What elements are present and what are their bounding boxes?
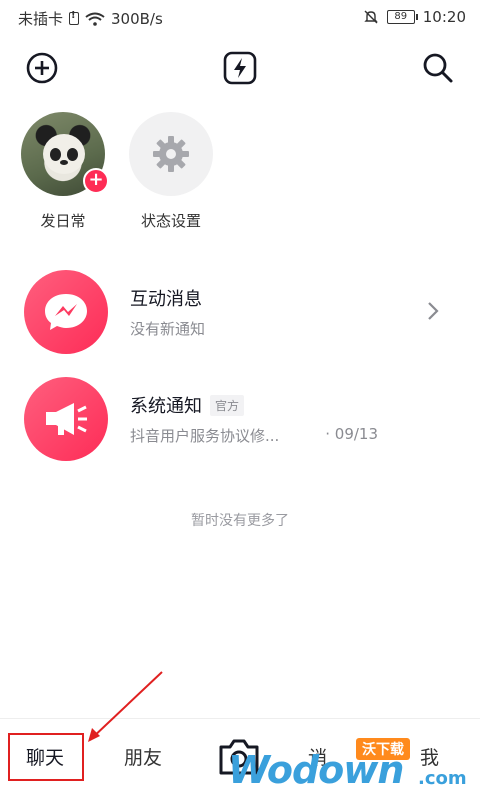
avatar[interactable]: + [21,112,109,196]
message-row-system[interactable]: 系统通知 官方 抖音用户服务协议修... · 09/13 [0,377,480,473]
status-bar: 未插卡 300B/s 89 10:20 [0,0,480,34]
message-title: 互动消息 [130,285,202,311]
gear-avatar[interactable] [129,112,213,196]
message-subtitle: 抖音用户服务协议修... [130,427,280,445]
message-title: 系统通知 官方 [130,392,245,418]
megaphone-icon [46,403,87,435]
wifi-icon [85,12,105,26]
status-settings-story[interactable]: 状态设置 [116,112,226,231]
story-label: 状态设置 [140,212,201,230]
system-avatar [24,377,108,461]
official-badge: 官方 [210,394,245,416]
interaction-avatar [24,270,108,354]
annotation-arrow [88,671,163,742]
watermark-brand: Wodown [228,748,404,792]
search-icon[interactable] [418,48,458,88]
chevron-right-icon[interactable] [426,300,440,322]
top-bar [0,44,480,94]
sim-alert-icon [69,10,80,25]
message-title-text: 互动消息 [130,289,202,310]
post-daily-story[interactable]: + 发日常 [8,112,118,231]
message-row-interactions[interactable]: 互动消息 没有新通知 [0,270,480,366]
flash-icon[interactable] [220,48,260,88]
panda-face [43,134,85,174]
add-icon[interactable] [22,48,62,88]
watermark-suffix: .com [418,768,467,789]
message-bolt-icon [45,294,87,330]
mute-bell-icon [364,10,378,24]
clock: 10:20 [422,8,466,26]
message-time: · 09/13 [325,425,378,443]
message-subtitle: 没有新通知 [130,320,206,338]
message-title-text: 系统通知 [130,396,202,417]
battery-icon: 89 [386,10,418,24]
empty-note: 暂时没有更多了 [191,513,289,529]
carrier-label: 未插卡 [18,10,64,28]
watermark-logo: 沃下载 Wodown .com [210,730,478,800]
story-label: 发日常 [40,212,86,230]
plus-badge-icon[interactable]: + [83,168,109,194]
gear-icon [153,136,189,172]
stories-row: + 发日常 状态设置 [0,112,480,242]
net-speed: 300B/s [111,9,163,28]
tab-chat[interactable]: 聊天 [26,743,64,770]
